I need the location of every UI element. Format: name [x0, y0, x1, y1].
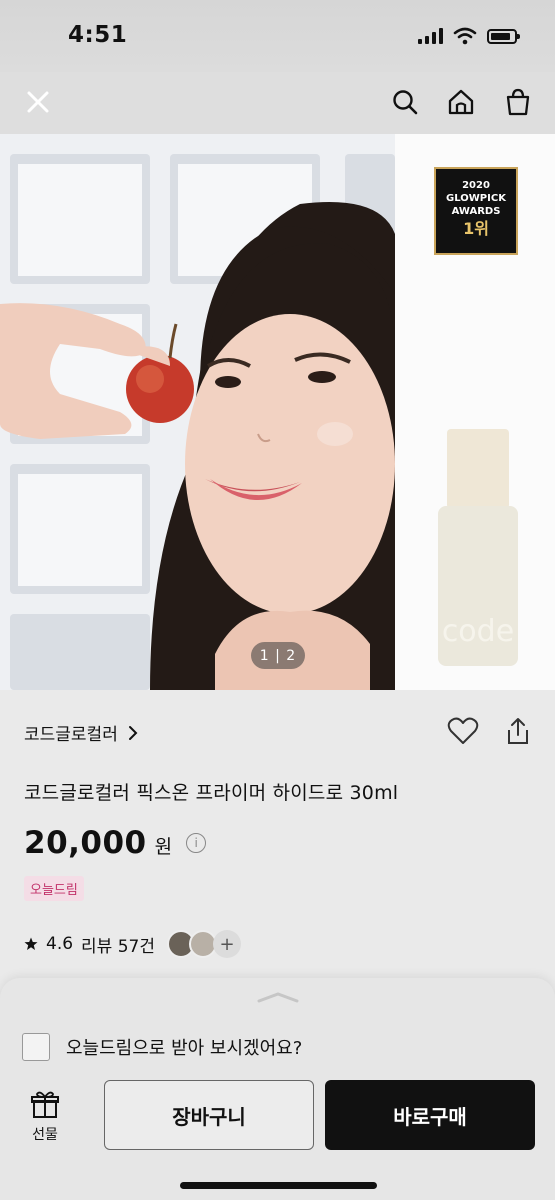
buy-now-button[interactable]: 바로구매: [325, 1080, 535, 1150]
battery-level: [491, 32, 510, 40]
product-actions: [447, 716, 531, 746]
gift-button[interactable]: 선물: [30, 1090, 60, 1144]
purchase-sheet: 오늘드림으로 받아 보시겠어요? 선물 장바구니 바로구매: [0, 978, 555, 1200]
price-row: 20,000 원 i: [24, 825, 207, 861]
share-icon[interactable]: [505, 716, 531, 746]
brand-name: 코드글로컬러: [24, 725, 118, 745]
brand-link[interactable]: 코드글로컬러: [24, 720, 138, 745]
home-button[interactable]: [443, 84, 479, 120]
home-icon: [448, 89, 474, 115]
shopping-bag-icon: [506, 88, 530, 116]
product-info: 코드글로컬러 코드글로컬러 픽스온 프라이머 하이드로 30ml 20,000 …: [0, 690, 555, 990]
chevron-up-icon[interactable]: [255, 990, 301, 1004]
heart-icon[interactable]: [447, 716, 479, 746]
search-button[interactable]: [387, 84, 423, 120]
cart-nav-button[interactable]: [500, 84, 536, 120]
status-icons: [418, 27, 520, 45]
svg-text:code: code: [442, 614, 514, 649]
award-rank: 1위: [463, 219, 489, 238]
close-button[interactable]: [20, 84, 56, 120]
delivery-badge: 오늘드림: [24, 876, 84, 901]
signal-icon: [418, 28, 443, 44]
price: 20,000: [24, 825, 147, 861]
review-thumbnails[interactable]: +: [167, 930, 242, 958]
add-to-cart-button[interactable]: 장바구니: [104, 1080, 314, 1150]
close-icon: [27, 91, 49, 113]
review-count: 리뷰 57건: [81, 936, 156, 957]
today-dream-checkbox[interactable]: [22, 1033, 50, 1061]
wifi-icon: [453, 27, 477, 45]
star-icon: [24, 937, 38, 950]
award-year: 2020: [462, 180, 490, 191]
award-subtitle: AWARDS: [451, 206, 501, 217]
currency: 원: [154, 836, 173, 858]
rating-value: 4.6: [46, 934, 74, 954]
home-indicator: [180, 1182, 377, 1189]
today-dream-label: 오늘드림으로 받아 보시겠어요?: [66, 1038, 303, 1059]
award-title: GLOWPICK: [446, 193, 506, 204]
gift-label: 선물: [32, 1127, 58, 1143]
product-image-carousel[interactable]: code 2020 GLOWPICK AWARDS 1위 1 | 2: [0, 134, 555, 690]
product-name: 코드글로컬러 픽스온 프라이머 하이드로 30ml: [24, 782, 399, 804]
bottom-action-bar: 선물 장바구니 바로구매: [0, 1076, 555, 1200]
gift-icon: [31, 1091, 59, 1118]
search-icon: [393, 90, 418, 115]
image-counter: 1 | 2: [251, 642, 305, 669]
today-dream-option[interactable]: 오늘드림으로 받아 보시겠어요?: [22, 1033, 302, 1061]
award-badge: 2020 GLOWPICK AWARDS 1위: [434, 167, 518, 255]
rating-row[interactable]: 4.6 리뷰 57건 +: [24, 930, 242, 958]
status-bar: 4:51: [0, 0, 555, 72]
chevron-right-icon: [128, 725, 138, 740]
battery-icon: [487, 28, 520, 44]
top-nav: [0, 72, 555, 134]
info-icon[interactable]: i: [186, 833, 207, 853]
plus-icon: +: [213, 930, 242, 958]
status-time: 4:51: [68, 22, 128, 48]
